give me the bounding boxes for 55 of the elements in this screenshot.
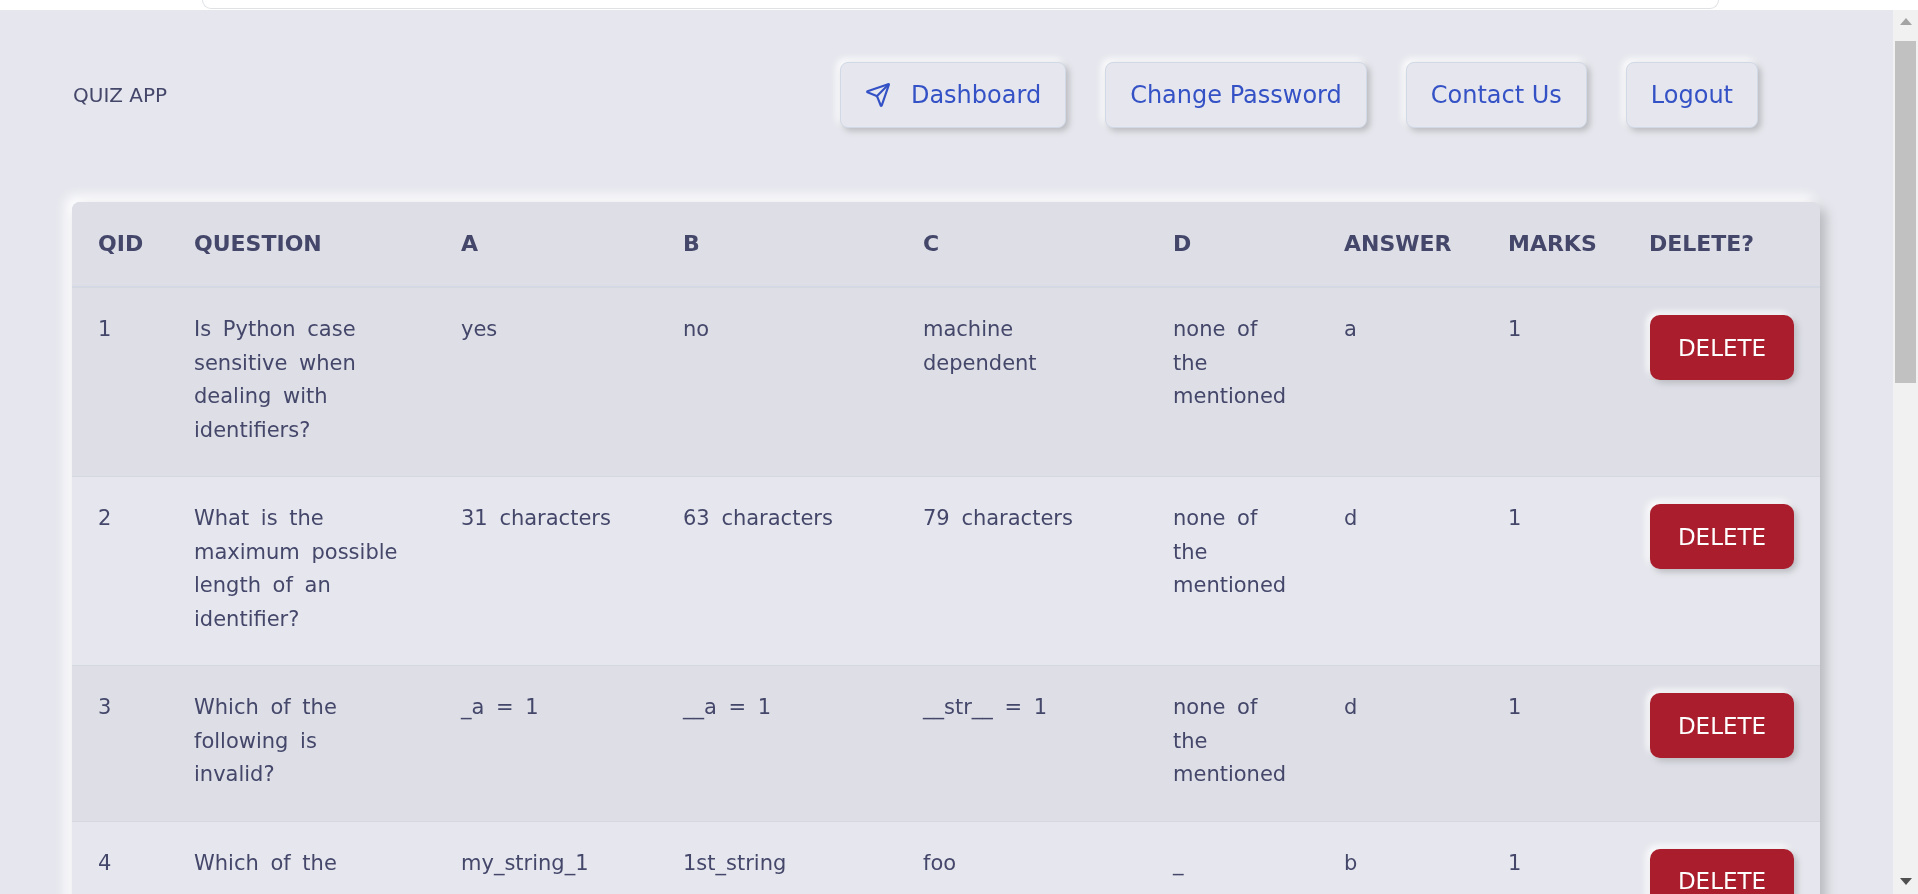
column-header: D	[1173, 231, 1192, 256]
option-text: _a = 1	[461, 694, 539, 722]
column-header: DELETE?	[1649, 231, 1755, 256]
app-title: QUIZ APP	[73, 83, 168, 107]
nav-button[interactable]: Contact Us	[1405, 62, 1587, 128]
nav-button[interactable]: Change Password	[1105, 62, 1367, 128]
qid-text: 2	[98, 505, 112, 532]
nav-button[interactable]: Dashboard	[839, 62, 1067, 128]
scrollbar-thumb[interactable]	[1895, 41, 1916, 383]
option-text: none of the mentioned	[1173, 316, 1288, 410]
option-text: 79 characters	[923, 505, 1073, 532]
option-text: __str__ = 1	[923, 694, 1048, 722]
option-text: __a = 1	[683, 694, 772, 722]
marks-text: 1	[1508, 316, 1522, 343]
option-text: yes	[461, 316, 498, 343]
scrollbar[interactable]	[1893, 10, 1918, 894]
scroll-down-icon[interactable]	[1899, 878, 1912, 885]
marks-text: 1	[1508, 694, 1522, 721]
question-text: Is Python case sensitive when dealing with identifiers?	[194, 316, 357, 444]
question-text: Which of the following is invalid?	[194, 694, 338, 788]
delete-button[interactable]: DELETE	[1650, 504, 1794, 569]
answer-text: d	[1344, 694, 1358, 721]
column-header: A	[461, 231, 479, 256]
column-header: C	[923, 231, 940, 256]
column-header: ANSWER	[1344, 231, 1452, 256]
option-text: my_string_1	[461, 849, 589, 878]
column-header: QUESTION	[194, 231, 322, 256]
qid-text: 4	[98, 849, 112, 877]
marks-text: 1	[1508, 849, 1522, 877]
question-text: What is the maximum possible length of an identifier?	[194, 505, 399, 633]
delete-button[interactable]: DELETE	[1650, 848, 1794, 894]
option-text: no	[683, 316, 710, 343]
column-header: B	[683, 231, 700, 256]
scroll-up-icon[interactable]	[1899, 18, 1912, 25]
nav-button[interactable]: Logout	[1625, 62, 1758, 128]
option-text: 1st_string	[683, 849, 787, 878]
answer-text: b	[1344, 849, 1358, 877]
delete-button[interactable]: DELETE	[1650, 693, 1794, 758]
paper-plane-icon	[864, 82, 891, 108]
marks-text: 1	[1508, 505, 1522, 532]
delete-button[interactable]: DELETE	[1650, 315, 1794, 380]
option-text: none of the mentioned	[1173, 505, 1288, 599]
option-text: machine dependent	[923, 316, 1038, 377]
option-text: foo	[923, 849, 957, 877]
qid-text: 3	[98, 694, 112, 721]
answer-text: a	[1344, 316, 1357, 343]
column-header: QID	[98, 231, 144, 256]
column-header: MARKS	[1508, 231, 1597, 256]
option-text: none of the mentioned	[1173, 694, 1288, 788]
question-text: Which of the	[194, 849, 337, 877]
option-text: 31 characters	[461, 505, 611, 532]
option-text: _	[1173, 849, 1184, 878]
option-text: 63 characters	[683, 505, 833, 532]
qid-text: 1	[98, 316, 112, 343]
answer-text: d	[1344, 505, 1358, 532]
